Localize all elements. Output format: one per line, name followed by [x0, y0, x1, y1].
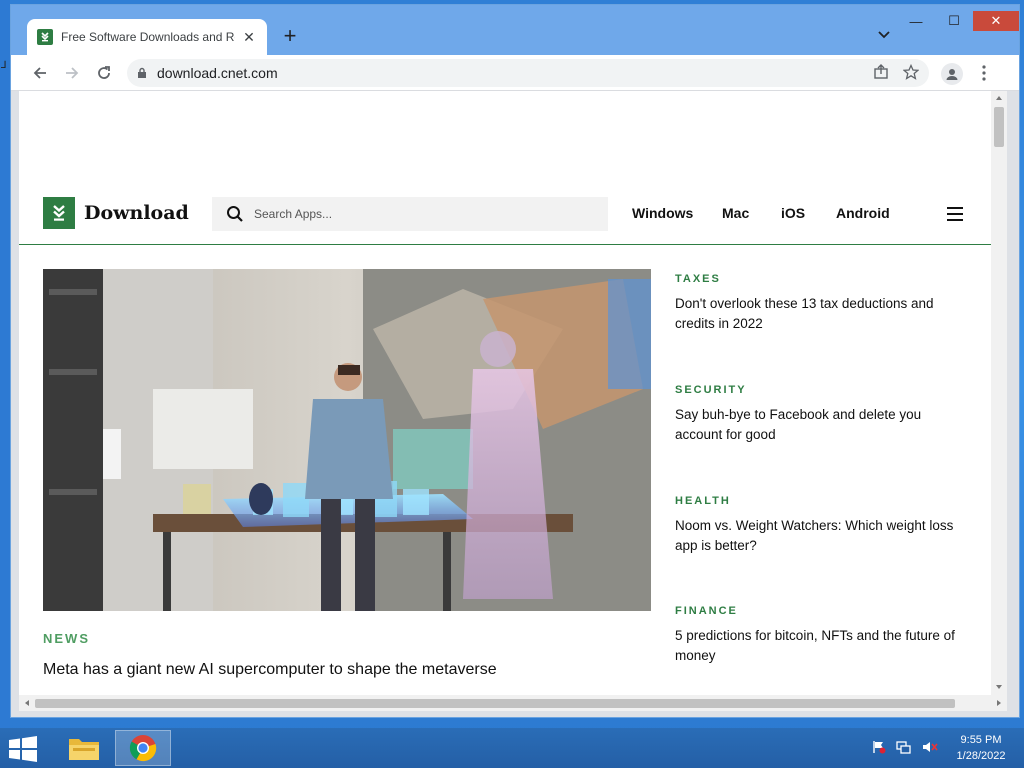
article-category[interactable]: TAXES — [675, 273, 967, 285]
address-bar[interactable]: download.cnet.com — [127, 59, 929, 87]
clock-time: 9:55 PM — [960, 734, 1002, 746]
network-icon[interactable] — [896, 740, 912, 754]
side-article-health[interactable]: HEALTH Noom vs. Weight Watchers: Which w… — [675, 495, 967, 556]
search-input[interactable] — [254, 207, 584, 221]
back-button[interactable] — [29, 62, 51, 84]
side-article-finance[interactable]: FINANCE 5 predictions for bitcoin, NFTs … — [675, 605, 967, 666]
hero-category[interactable]: NEWS — [43, 631, 90, 646]
article-category[interactable]: SECURITY — [675, 384, 967, 396]
desktop-icon-fragment: ⅃ — [1, 60, 7, 71]
taskbar-file-explorer[interactable] — [56, 730, 112, 766]
desktop-edge — [0, 0, 10, 728]
title-bar: Free Software Downloads and Re ✕ + — ☐ ✕ — [11, 5, 1019, 55]
windows-start-icon[interactable] — [8, 736, 38, 762]
scroll-up-arrow-icon[interactable] — [991, 92, 1007, 104]
site-logo-text[interactable]: Download — [84, 202, 189, 224]
hero-photo-illustration — [43, 269, 651, 611]
back-arrow-icon — [33, 67, 46, 79]
window-controls: — ☐ ✕ — [897, 11, 1019, 31]
hero-headline[interactable]: Meta has a giant new AI supercomputer to… — [43, 661, 497, 679]
close-window-button[interactable]: ✕ — [973, 11, 1019, 31]
taskbar: 9:55 PM 1/28/2022 — [0, 728, 1024, 768]
article-title[interactable]: Say buh-bye to Facebook and delete you a… — [675, 405, 967, 445]
profile-avatar-icon[interactable] — [941, 63, 963, 85]
kebab-menu-icon[interactable] — [979, 63, 989, 83]
nav-mac[interactable]: Mac — [722, 205, 749, 221]
vertical-scroll-thumb[interactable] — [994, 107, 1004, 147]
browser-toolbar: download.cnet.com — [11, 55, 1019, 91]
scroll-right-arrow-icon[interactable] — [993, 697, 1005, 709]
search-bar[interactable] — [212, 197, 608, 231]
taskbar-chrome[interactable] — [115, 730, 171, 766]
system-tray — [872, 740, 938, 754]
maximize-button[interactable]: ☐ — [935, 11, 973, 31]
download-logo-icon[interactable] — [43, 197, 75, 229]
forward-button[interactable] — [61, 62, 83, 84]
minimize-button[interactable]: — — [897, 11, 935, 31]
article-category[interactable]: HEALTH — [675, 495, 967, 507]
article-category[interactable]: FINANCE — [675, 605, 967, 617]
nav-windows[interactable]: Windows — [632, 205, 693, 221]
browser-window: Free Software Downloads and Re ✕ + — ☐ ✕… — [10, 4, 1020, 718]
browser-tab[interactable]: Free Software Downloads and Re ✕ — [27, 19, 267, 55]
scroll-left-arrow-icon[interactable] — [21, 697, 33, 709]
system-clock[interactable]: 9:55 PM 1/28/2022 — [944, 732, 1018, 764]
lock-icon — [138, 67, 146, 78]
chrome-icon — [129, 735, 157, 762]
side-article-security[interactable]: SECURITY Say buh-bye to Facebook and del… — [675, 384, 967, 445]
bookmark-star-icon[interactable] — [903, 64, 919, 80]
url-text: download.cnet.com — [157, 65, 278, 81]
share-icon[interactable] — [873, 64, 889, 80]
folder-icon — [69, 739, 99, 760]
tab-title: Free Software Downloads and Re — [61, 30, 236, 44]
site-header: Download Windows Mac iOS Android — [19, 195, 991, 245]
forward-arrow-icon — [66, 67, 79, 79]
horizontal-scroll-thumb[interactable] — [35, 699, 955, 708]
article-title[interactable]: 5 predictions for bitcoin, NFTs and the … — [675, 626, 967, 666]
tab-close-icon[interactable]: ✕ — [241, 29, 257, 46]
tab-search-chevron-icon[interactable] — [877, 29, 891, 41]
scroll-down-arrow-icon[interactable] — [991, 681, 1007, 693]
hero-image[interactable] — [43, 269, 651, 611]
search-icon — [227, 206, 243, 222]
reload-button[interactable] — [93, 62, 115, 84]
article-title[interactable]: Don't overlook these 13 tax deductions a… — [675, 294, 967, 334]
horizontal-scrollbar[interactable] — [19, 695, 1007, 711]
article-title[interactable]: Noom vs. Weight Watchers: Which weight l… — [675, 516, 967, 556]
new-tab-button[interactable]: + — [279, 25, 301, 47]
page-viewport: Download Windows Mac iOS Android — [19, 91, 991, 695]
nav-android[interactable]: Android — [836, 205, 890, 221]
nav-ios[interactable]: iOS — [781, 205, 805, 221]
side-article-taxes[interactable]: TAXES Don't overlook these 13 tax deduct… — [675, 273, 967, 334]
volume-muted-icon[interactable] — [922, 740, 938, 754]
reload-icon — [98, 66, 110, 79]
hamburger-menu-icon[interactable] — [947, 207, 963, 221]
action-center-flag-icon[interactable] — [872, 740, 886, 754]
clock-date: 1/28/2022 — [956, 750, 1006, 762]
download-favicon-icon — [37, 29, 53, 45]
vertical-scrollbar[interactable] — [991, 91, 1007, 695]
